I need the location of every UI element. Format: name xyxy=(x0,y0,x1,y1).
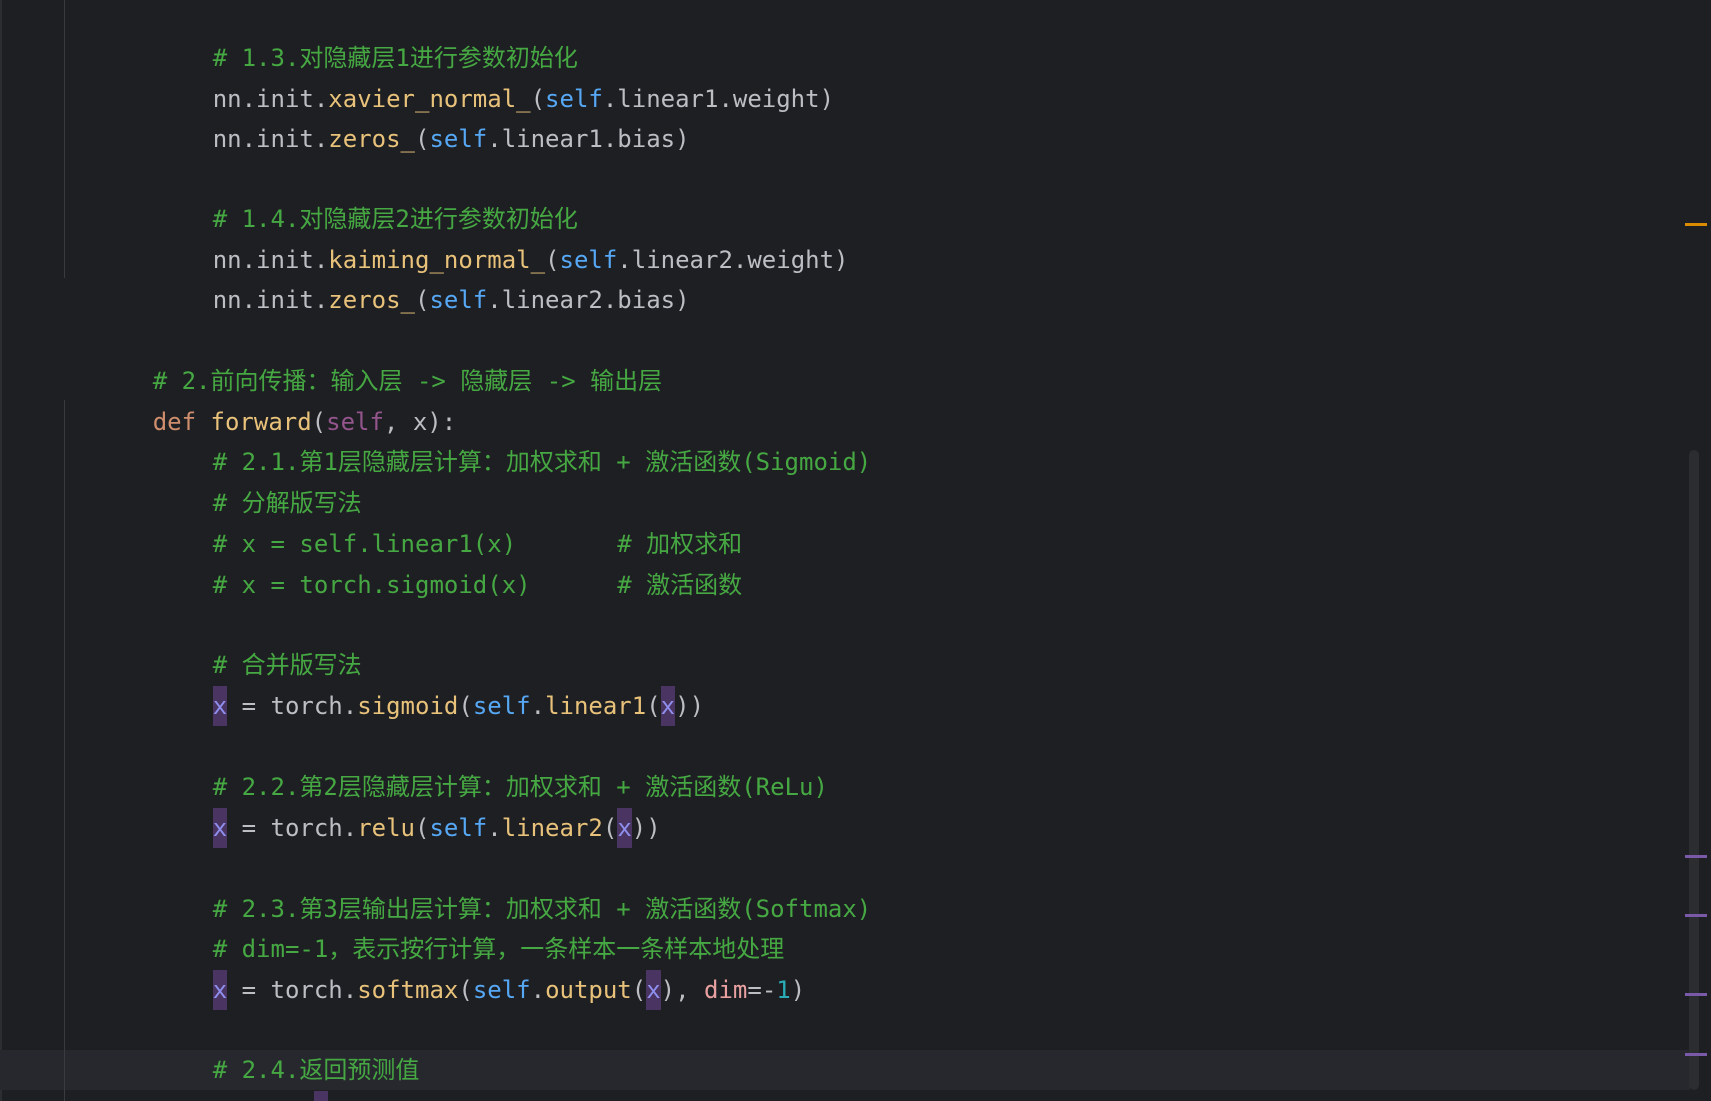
self-keyword: self xyxy=(472,976,531,1004)
code-token: ( xyxy=(415,814,430,842)
highlighted-variable: x xyxy=(646,970,661,1010)
code-line: return x xyxy=(126,1051,329,1101)
keyword-argument: dim xyxy=(704,976,748,1004)
return-keyword: return xyxy=(213,1097,300,1101)
code-token: ( xyxy=(415,125,430,153)
highlighted-variable: x xyxy=(212,686,228,726)
code-token: ( xyxy=(602,814,618,842)
self-keyword: self xyxy=(429,125,488,153)
code-line: nn.init.kaiming_normal_(self.linear2.wei… xyxy=(126,200,849,274)
code-line: # 2.1.第1层隐藏层计算：加权求和 + 激活函数(Sigmoid) xyxy=(126,402,872,476)
code-line: # 2.4.返回预测值 xyxy=(126,1010,420,1084)
code-token: ( xyxy=(458,976,473,1004)
occurrence-marker[interactable] xyxy=(1685,855,1707,858)
function-name: output xyxy=(545,976,632,1004)
warning-marker[interactable] xyxy=(1685,223,1707,226)
code-line: nn.init.xavier_normal_(self.linear1.weig… xyxy=(126,39,834,113)
function-name: relu xyxy=(357,814,415,842)
self-keyword: self xyxy=(429,814,488,842)
code-line: # 2.3.第3层输出层计算：加权求和 + 激活函数(Softmax) xyxy=(126,849,872,923)
code-token: )) xyxy=(675,692,705,720)
code-line: x = torch.softmax(self.output(x), dim=-1… xyxy=(126,930,805,1010)
function-name: zeros_ xyxy=(328,125,415,153)
code-token: )) xyxy=(631,814,661,842)
self-keyword: self xyxy=(472,692,531,720)
code-line: # 1.4.对隐藏层2进行参数初始化 xyxy=(126,159,578,233)
code-editor[interactable]: # 1.3.对隐藏层1进行参数初始化 nn.init.xavier_normal… xyxy=(0,0,1711,1101)
occurrence-marker[interactable] xyxy=(1685,993,1707,996)
gutter-border xyxy=(0,0,2,1101)
number-literal: 1 xyxy=(776,976,791,1004)
highlighted-variable: x xyxy=(660,686,676,726)
code-line: # dim=-1，表示按行计算，一条样本一条样本地处理 xyxy=(126,889,785,963)
code-line: def forward(self, x): xyxy=(66,362,456,436)
highlighted-variable: x xyxy=(313,1091,329,1101)
code-token: = torch. xyxy=(227,976,358,1004)
code-line: # 1.3.对隐藏层1进行参数初始化 xyxy=(126,0,578,72)
occurrence-marker[interactable] xyxy=(1685,914,1707,917)
code-token: ( xyxy=(646,692,661,720)
code-line: # 2.2.第2层隐藏层计算：加权求和 + 激活函数(ReLu) xyxy=(126,727,828,801)
code-line: x = torch.relu(self.linear2(x)) xyxy=(126,768,661,848)
highlighted-variable: x xyxy=(617,808,632,848)
code-token: ( xyxy=(415,286,430,314)
function-name: zeros_ xyxy=(328,286,415,314)
code-line: nn.init.zeros_(self.linear1.bias) xyxy=(126,79,690,153)
code-token: ), xyxy=(660,976,705,1004)
code-token: = torch. xyxy=(227,814,358,842)
code-line: # 合并版写法 xyxy=(126,605,362,679)
code-line: x = torch.sigmoid(self.linear1(x)) xyxy=(126,646,704,726)
comment: # x = torch.sigmoid(x) # 激活函数 xyxy=(212,571,743,599)
code-line: # x = self.linear1(x) # 加权求和 xyxy=(126,484,742,558)
indent-guide xyxy=(64,400,65,1101)
code-token: .linear2.bias) xyxy=(487,286,690,314)
function-name: linear2 xyxy=(501,814,603,842)
code-line: # x = torch.sigmoid(x) # 激活函数 xyxy=(126,525,742,599)
self-keyword: self xyxy=(429,286,488,314)
code-token: . xyxy=(530,692,546,720)
code-token: nn.init. xyxy=(212,286,329,314)
indent-guide xyxy=(64,0,65,278)
code-token: . xyxy=(530,976,546,1004)
code-token: nn.init. xyxy=(212,125,329,153)
code-token: =- xyxy=(747,976,777,1004)
highlighted-variable: x xyxy=(212,970,228,1010)
code-token: ) xyxy=(790,976,806,1004)
code-line: # 分解版写法 xyxy=(126,443,362,517)
code-token: = torch. xyxy=(227,692,358,720)
code-token: ( xyxy=(458,692,473,720)
code-line: # 2.前向传播：输入层 -> 隐藏层 -> 输出层 xyxy=(66,321,662,395)
code-token: . xyxy=(487,814,502,842)
code-line: nn.init.zeros_(self.linear2.bias) xyxy=(126,240,690,314)
code-token: ( xyxy=(631,976,647,1004)
function-name: softmax xyxy=(357,976,459,1004)
function-name: sigmoid xyxy=(357,692,459,720)
highlighted-variable: x xyxy=(212,808,228,848)
occurrence-marker[interactable] xyxy=(1685,1053,1707,1056)
function-name: linear1 xyxy=(545,692,647,720)
code-token: .linear1.bias) xyxy=(487,125,690,153)
